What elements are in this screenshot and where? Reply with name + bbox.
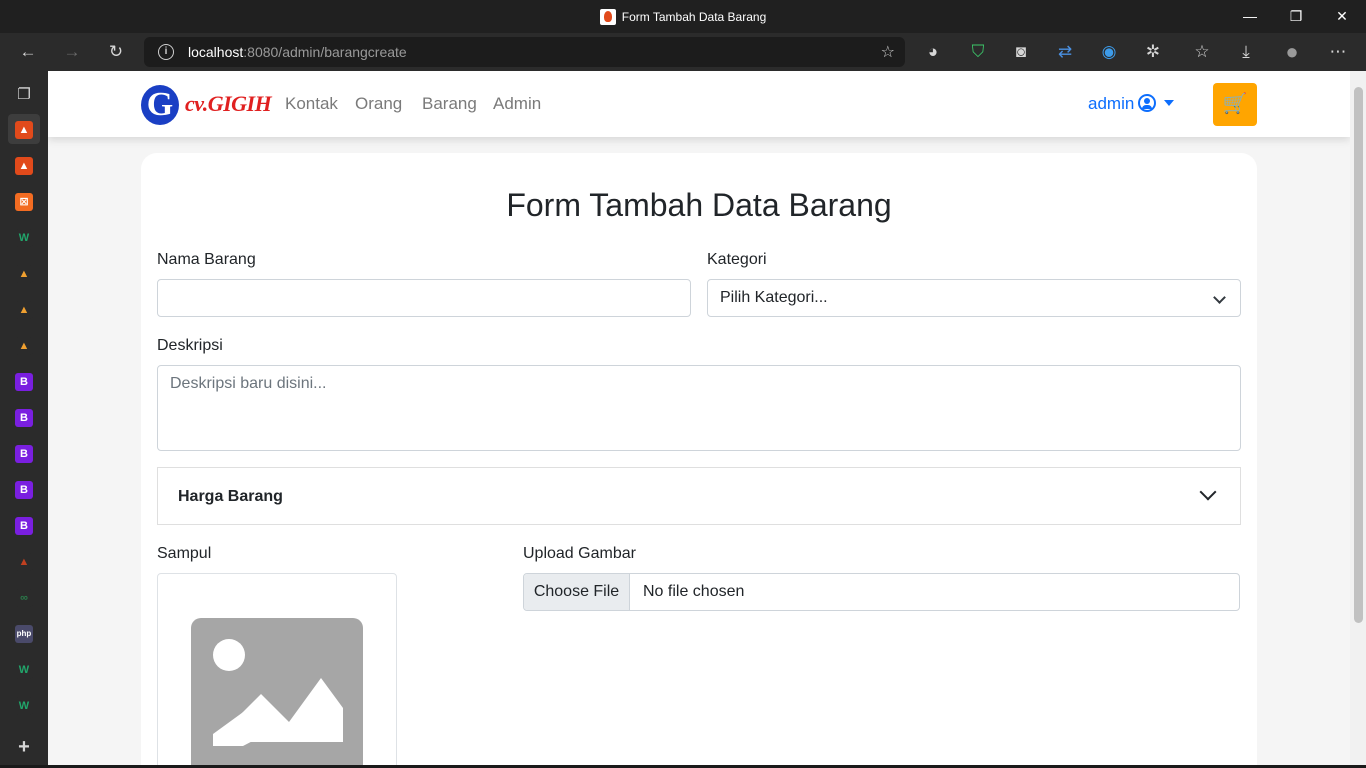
favorites-icon[interactable]: ☆	[1190, 41, 1214, 63]
extension-icon[interactable]: ◕	[921, 41, 945, 63]
site-navbar: G cv.GIGIH Kontak Orang Barang Admin adm…	[48, 71, 1350, 137]
favorite-add-icon[interactable]: ☆	[881, 42, 895, 62]
cart-button[interactable]: 🛒	[1213, 83, 1257, 126]
forward-button[interactable]: →	[60, 41, 84, 63]
reload-button[interactable]: ↻	[104, 41, 128, 63]
sidebar-tab-16[interactable]: W	[15, 697, 33, 715]
sidebar-tab-1[interactable]: ▲	[15, 157, 33, 175]
shield-extension-icon[interactable]: ⛉	[966, 41, 990, 63]
logo-g-mark: G	[141, 85, 179, 125]
choose-file-button[interactable]: Choose File	[524, 574, 630, 610]
site-info-icon[interactable]: i	[158, 44, 174, 60]
nama-barang-label: Nama Barang	[157, 251, 256, 268]
chevron-down-icon	[1213, 291, 1226, 304]
brand-logo[interactable]: G cv.GIGIH	[141, 85, 272, 125]
user-dropdown[interactable]: admin	[1088, 94, 1175, 114]
nav-link-barang[interactable]: Barang	[422, 94, 477, 114]
chevron-down-icon	[1199, 483, 1217, 501]
sidebar-tab-2[interactable]: ⊠	[15, 193, 33, 211]
file-status-text: No file chosen	[643, 583, 745, 600]
page-title: Form Tambah Data Barang	[506, 187, 892, 223]
sidebar-tab-4[interactable]: ▲	[15, 265, 33, 283]
sidebar-tab-13[interactable]: ∞	[15, 589, 33, 607]
user-name: admin	[1088, 94, 1135, 113]
cover-image-preview	[157, 573, 397, 768]
kategori-selected-value: Pilih Kategori...	[720, 289, 828, 306]
window-titlebar: Form Tambah Data Barang — ❐ ✕	[0, 0, 1366, 33]
sidebar-tab-14[interactable]: php	[15, 625, 33, 643]
nav-link-orang[interactable]: Orang	[355, 94, 402, 114]
page-scrollbar[interactable]	[1350, 71, 1366, 768]
caret-down-icon	[1164, 100, 1175, 106]
harga-barang-accordion[interactable]: Harga Barang	[157, 467, 1241, 525]
address-bar[interactable]: i localhost:8080/admin/barangcreate ☆	[144, 37, 905, 67]
extension-icon[interactable]: ◙	[1009, 41, 1033, 63]
sidebar-tab-11[interactable]: B	[15, 517, 33, 535]
sidebar-tab-7[interactable]: B	[15, 373, 33, 391]
translate-icon[interactable]: ⇄	[1053, 41, 1077, 63]
kategori-select[interactable]: Pilih Kategori...	[707, 279, 1241, 317]
image-placeholder-icon	[191, 618, 363, 768]
sidebar-tab-6[interactable]: ▲	[15, 337, 33, 355]
sidebar-tab-10[interactable]: B	[15, 481, 33, 499]
user-circle-icon	[1138, 94, 1157, 112]
nav-link-kontak[interactable]: Kontak	[285, 94, 338, 114]
flame-icon	[599, 9, 616, 25]
cart-icon: 🛒	[1222, 93, 1248, 115]
scrollbar-thumb[interactable]	[1354, 87, 1363, 623]
back-button[interactable]: ←	[16, 41, 40, 63]
url-text[interactable]: localhost:8080/admin/barangcreate	[188, 44, 407, 60]
logo-text: cv.GIGIH	[185, 91, 272, 116]
harga-barang-label: Harga Barang	[178, 488, 283, 505]
nav-link-admin[interactable]: Admin	[493, 94, 541, 114]
deskripsi-textarea[interactable]	[157, 365, 1241, 451]
sidebar-tab-0[interactable]: ▲	[15, 121, 33, 139]
minimize-button[interactable]: —	[1235, 6, 1265, 26]
kategori-label: Kategori	[707, 251, 767, 268]
nama-barang-input[interactable]	[157, 279, 691, 317]
new-tab-button[interactable]: +	[15, 737, 33, 757]
extension-icon[interactable]: ◉	[1097, 41, 1121, 63]
window-title: Form Tambah Data Barang	[0, 9, 1366, 25]
browser-toolbar: ← → ↻ i localhost:8080/admin/barangcreat…	[0, 33, 1366, 71]
deskripsi-label: Deskripsi	[157, 337, 223, 354]
restore-button[interactable]: ❐	[1281, 6, 1311, 26]
sidebar-tab-15[interactable]: W	[15, 661, 33, 679]
close-button[interactable]: ✕	[1327, 6, 1357, 26]
sidebar-tab-3[interactable]: W	[15, 229, 33, 247]
sidebar-tab-5[interactable]: ▲	[15, 301, 33, 319]
form-card: Form Tambah Data Barang Nama Barang Kate…	[141, 153, 1257, 768]
sidebar-tab-9[interactable]: B	[15, 445, 33, 463]
upload-gambar-label: Upload Gambar	[523, 545, 636, 562]
tab-actions-icon[interactable]: ❐	[15, 86, 33, 104]
sidebar-tab-8[interactable]: B	[15, 409, 33, 427]
profile-icon[interactable]: ●	[1280, 41, 1304, 63]
sampul-label: Sampul	[157, 545, 212, 562]
vertical-tab-strip: ❐ ▲ ▲ ⊠ W ▲ ▲ ▲ B B B B B ▲ ∞ php W W +	[0, 71, 48, 768]
upload-gambar-file-input[interactable]: Choose File No file chosen	[523, 573, 1240, 611]
more-menu-icon[interactable]: ⋯	[1326, 41, 1350, 63]
extensions-puzzle-icon[interactable]: ✲	[1141, 41, 1165, 63]
sidebar-tab-12[interactable]: ▲	[15, 553, 33, 571]
page-viewport: G cv.GIGIH Kontak Orang Barang Admin adm…	[48, 71, 1350, 768]
downloads-icon[interactable]: ⤓	[1234, 41, 1258, 63]
